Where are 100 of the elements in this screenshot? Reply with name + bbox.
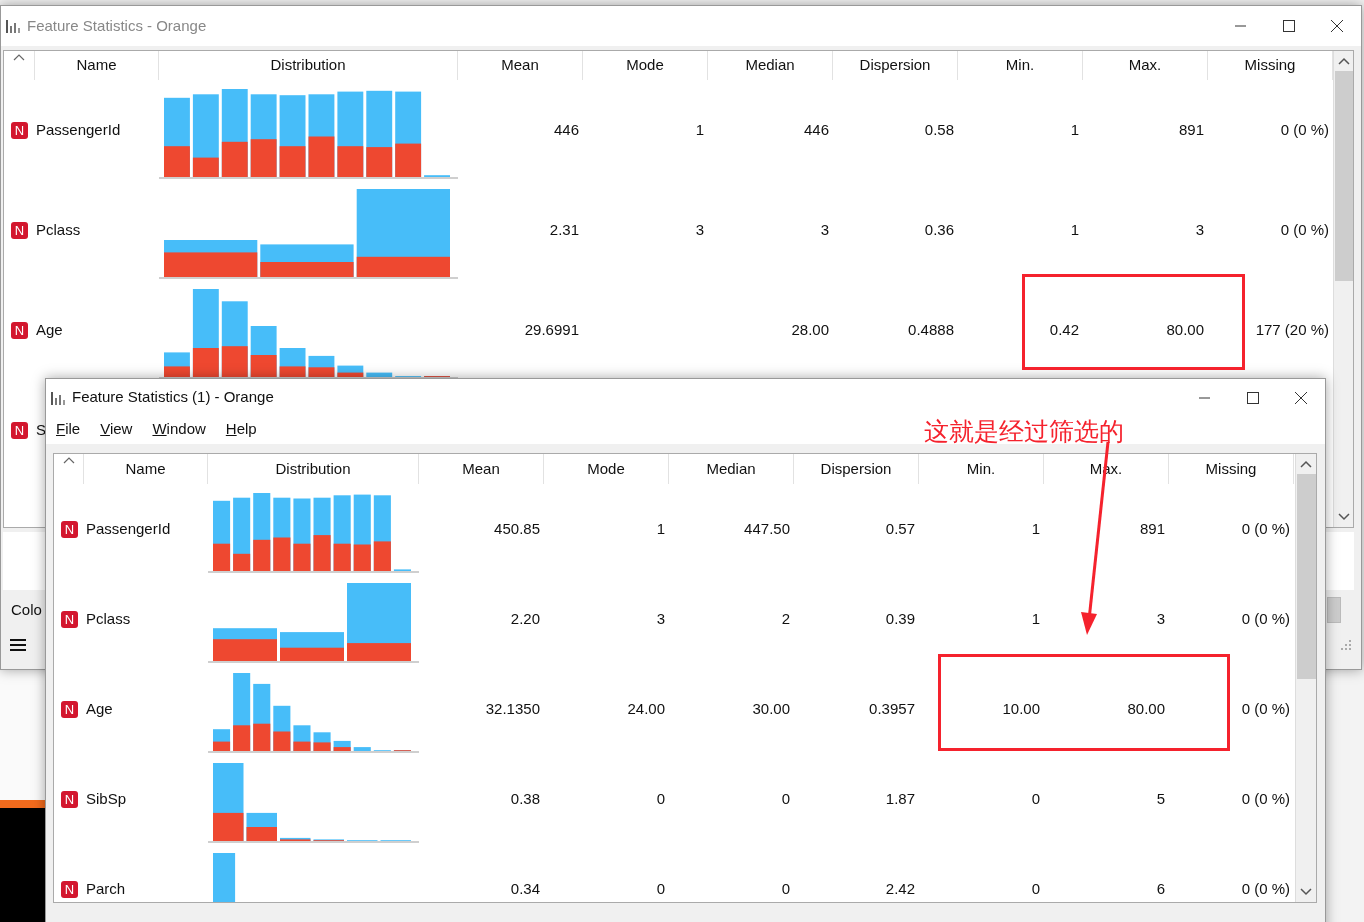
column-header[interactable]: Median	[669, 454, 794, 484]
stat-value: 1	[695, 119, 704, 140]
menu-icon[interactable]	[10, 638, 26, 652]
bar-chart-icon	[5, 18, 21, 34]
stat-value: 2.42	[885, 878, 915, 899]
stat-value: 0.58	[924, 119, 954, 140]
stat-value: 24.00	[627, 698, 665, 719]
missing-count: 177 (20 %)	[1255, 319, 1329, 340]
stat-value: 2.31	[549, 219, 579, 240]
histogram-bar	[337, 365, 364, 377]
missing-count: 0 (0 %)	[1241, 788, 1290, 809]
bar-chart-icon	[50, 389, 66, 406]
type-badge: N	[11, 121, 28, 139]
feature-name: SibSp	[86, 788, 127, 809]
sort-icon	[13, 53, 25, 61]
close-icon[interactable]	[1331, 20, 1343, 32]
histogram-bar	[253, 683, 271, 751]
stat-value: 3	[656, 608, 665, 629]
column-header[interactable]: Name	[84, 454, 208, 484]
window-title: Feature Statistics (1) - Orange	[72, 387, 274, 408]
feature-name: Parch	[86, 878, 126, 899]
menu-item[interactable]: Help	[225, 417, 257, 441]
stat-value: 0.38	[510, 788, 540, 809]
menu-item[interactable]: View	[100, 417, 133, 441]
missing-count: 0 (0 %)	[1241, 518, 1290, 539]
missing-count: 0 (0 %)	[1280, 119, 1329, 140]
stat-value: 891	[1139, 518, 1165, 539]
histogram-bar	[280, 837, 311, 841]
stat-value: 0	[656, 788, 665, 809]
histogram-bar	[313, 732, 331, 751]
close-icon[interactable]	[1295, 391, 1307, 404]
feature-name: S	[36, 419, 46, 440]
column-header[interactable]: Distribution	[159, 51, 458, 80]
column-header[interactable]: Dispersion	[833, 51, 958, 80]
feature-name: PassengerId	[86, 518, 171, 539]
column-header[interactable]: Mean	[419, 454, 544, 484]
stat-value: 0.39	[885, 608, 915, 629]
histogram-bar	[213, 628, 277, 661]
stat-value: 10.00	[1002, 698, 1040, 719]
column-header[interactable]: Dispersion	[794, 454, 919, 484]
stat-value: 1	[656, 518, 665, 539]
type-badge: N	[61, 610, 78, 628]
stat-value: 3	[820, 219, 829, 240]
column-header[interactable]: Max.	[1083, 51, 1208, 80]
maximize-icon[interactable]	[1283, 20, 1295, 32]
scrollbar[interactable]	[1295, 454, 1316, 902]
type-badge: N	[61, 700, 78, 718]
column-header[interactable]: Median	[708, 51, 833, 80]
column-header[interactable]: Min.	[919, 454, 1044, 484]
missing-count: 0 (0 %)	[1241, 698, 1290, 719]
column-header[interactable]: Mode	[544, 454, 669, 484]
histogram-bar	[333, 740, 351, 751]
type-badge: N	[61, 790, 78, 808]
stat-value: 0.34	[510, 878, 540, 899]
type-badge: N	[61, 520, 78, 538]
histogram-bar	[213, 853, 236, 902]
annotation-text: 这就是经过筛选的	[924, 416, 1124, 447]
stat-value: 891	[1178, 119, 1204, 140]
histogram-bar	[213, 500, 231, 571]
column-header[interactable]: Name	[35, 51, 159, 80]
histogram-bar	[308, 355, 335, 377]
stat-value: 2	[781, 608, 790, 629]
stat-value: 80.00	[1127, 698, 1165, 719]
histogram-bar	[279, 348, 306, 377]
missing-count: 0 (0 %)	[1241, 878, 1290, 899]
stat-value: 80.00	[1166, 319, 1204, 340]
feature-name: Age	[86, 698, 113, 719]
column-header[interactable]: Missing	[1169, 454, 1294, 484]
stat-value: 0.36	[924, 219, 954, 240]
resize-grip-icon	[1340, 639, 1352, 651]
column-header[interactable]: Distribution	[208, 454, 419, 484]
maximize-icon[interactable]	[1247, 391, 1259, 404]
field-label: Colo	[11, 599, 42, 620]
stat-value: 1	[1031, 518, 1040, 539]
menu-item[interactable]: Window	[152, 417, 206, 441]
histogram-bar	[273, 705, 291, 751]
menu-item[interactable]: File	[56, 417, 81, 441]
type-badge: N	[11, 321, 28, 339]
sort-icon	[62, 456, 75, 464]
scrollbar[interactable]	[1333, 51, 1353, 527]
histogram-bar	[213, 729, 231, 751]
stat-value: 28.00	[791, 319, 829, 340]
histogram-bar	[164, 352, 190, 377]
window-title: Feature Statistics - Orange	[27, 15, 207, 36]
stat-value: 1	[1031, 608, 1040, 629]
stat-value: 2.20	[510, 608, 540, 629]
missing-count: 0 (0 %)	[1280, 219, 1329, 240]
type-badge: N	[11, 221, 28, 239]
stat-value: 5	[1156, 788, 1165, 809]
column-header[interactable]: Mode	[583, 51, 708, 80]
column-header[interactable]: Min.	[958, 51, 1083, 80]
feature-name: PassengerId	[36, 119, 121, 140]
stat-value: 1	[1070, 219, 1079, 240]
histogram-bar	[293, 725, 311, 751]
stat-value: 0	[1031, 788, 1040, 809]
column-header[interactable]: Mean	[458, 51, 583, 80]
stat-value: 1.87	[885, 788, 915, 809]
feature-name: Pclass	[36, 219, 81, 240]
stat-value: 0.4888	[908, 319, 954, 340]
stat-value: 0	[1031, 878, 1040, 899]
